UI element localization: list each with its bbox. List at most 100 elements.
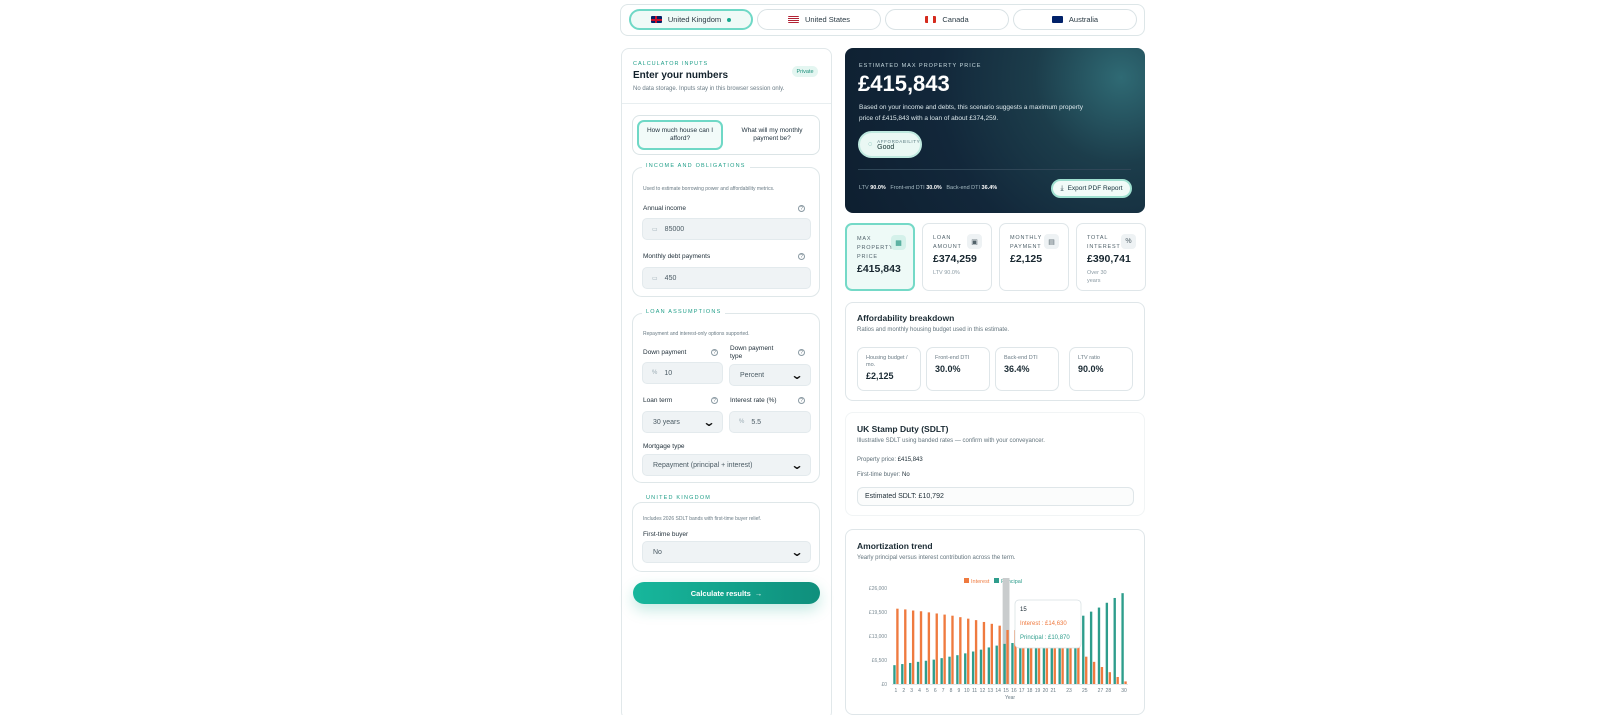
interest-bar[interactable] xyxy=(1077,647,1080,684)
x-tick-label: 20 xyxy=(1043,688,1049,694)
calculate-button[interactable]: Calculate results → xyxy=(633,582,820,604)
amortization-title: Amortization trend xyxy=(857,541,933,551)
principal-bar[interactable] xyxy=(1089,611,1093,684)
help-icon[interactable]: ? xyxy=(798,253,805,260)
australia-flag-icon xyxy=(1051,16,1063,23)
help-icon[interactable]: ? xyxy=(798,397,805,404)
principal-bar[interactable] xyxy=(1011,643,1014,684)
uk-section-title: UNITED KINGDOM xyxy=(642,495,716,501)
interest-bar[interactable] xyxy=(904,609,907,684)
interest-bar[interactable] xyxy=(982,621,986,684)
principal-bar[interactable] xyxy=(956,655,959,684)
tab-canada[interactable]: Canada xyxy=(885,9,1009,30)
principal-bar[interactable] xyxy=(909,662,912,684)
principal-bar[interactable] xyxy=(979,649,983,684)
interest-bar[interactable] xyxy=(943,614,946,684)
card-icon: ▭ xyxy=(652,275,658,282)
interest-bar[interactable] xyxy=(1092,661,1096,684)
help-icon[interactable]: ? xyxy=(711,397,718,404)
principal-bar[interactable] xyxy=(1097,607,1101,684)
sdlt-ftb-value: No xyxy=(902,472,910,478)
tab-united-states[interactable]: United States xyxy=(757,9,881,30)
interest-bar[interactable] xyxy=(967,618,970,684)
principal-bar[interactable] xyxy=(932,659,935,684)
loan-term-select[interactable]: 30 years ⌄ xyxy=(642,411,723,433)
down-payment-type-select[interactable]: Percent ⌄ xyxy=(729,364,811,386)
interest-bar[interactable] xyxy=(951,615,954,684)
tab-united-kingdom[interactable]: United Kingdom xyxy=(629,9,753,30)
mode-afford-button[interactable]: How much house can I afford? xyxy=(637,120,723,150)
interest-bar[interactable] xyxy=(1108,672,1111,684)
monthly-debt-input[interactable]: ▭ 450 xyxy=(642,267,811,289)
principal-bar[interactable] xyxy=(995,645,998,684)
interest-bar[interactable] xyxy=(1100,667,1104,684)
breakdown-label: LTV ratio xyxy=(1078,355,1100,361)
principal-bar[interactable] xyxy=(916,661,920,684)
first-time-buyer-select[interactable]: No ⌄ xyxy=(642,541,811,563)
kpi-sub: LTV 90.0% xyxy=(933,270,960,276)
percent-icon: % xyxy=(739,419,745,425)
x-tick-label: 25 xyxy=(1082,688,1088,694)
interest-bar[interactable] xyxy=(1116,676,1119,684)
interest-bar[interactable] xyxy=(998,625,1001,684)
interest-rate-label: Interest rate (%) xyxy=(730,397,777,404)
principal-bar[interactable] xyxy=(1003,643,1006,684)
interest-bar[interactable] xyxy=(911,610,915,684)
loan-section-desc: Repayment and interest-only options supp… xyxy=(643,331,750,337)
down-payment-input[interactable]: % 10 xyxy=(642,362,723,384)
principal-bar[interactable] xyxy=(948,656,951,684)
principal-bar[interactable] xyxy=(1105,602,1109,684)
interest-bar[interactable] xyxy=(896,608,899,684)
income-section-title: INCOME AND OBLIGATIONS xyxy=(642,163,750,169)
interest-bar[interactable] xyxy=(974,620,978,684)
principal-bar[interactable] xyxy=(971,651,975,684)
divider xyxy=(622,103,831,104)
percent-icon: % xyxy=(652,370,658,376)
mode-payment-button[interactable]: What will my monthly payment be? xyxy=(729,120,815,150)
front-dti-value: 30.0% xyxy=(926,185,942,191)
principal-bar[interactable] xyxy=(901,664,904,684)
principal-bar[interactable] xyxy=(893,665,896,684)
down-payment-type-label: Down payment type xyxy=(730,345,774,360)
sdlt-price-label: Property price: xyxy=(857,457,897,463)
kpi-loan-amount: LOAN AMOUNT ▣ £374,259 LTV 90.0% xyxy=(922,223,992,291)
chevron-down-icon: ⌄ xyxy=(790,368,804,382)
interest-bar[interactable] xyxy=(1069,643,1072,684)
interest-bar[interactable] xyxy=(919,611,923,684)
interest-bar[interactable] xyxy=(927,612,931,684)
interest-bar[interactable] xyxy=(935,613,938,684)
principal-bar[interactable] xyxy=(1121,593,1124,684)
hero-eyebrow: ESTIMATED MAX PROPERTY PRICE xyxy=(859,63,982,69)
principal-bar[interactable] xyxy=(940,658,943,684)
sdlt-ftb-label: First-time buyer: xyxy=(857,472,901,478)
principal-bar[interactable] xyxy=(1113,597,1116,684)
x-tick-label: 30 xyxy=(1121,688,1127,694)
principal-bar[interactable] xyxy=(987,647,991,684)
mortgage-type-value: Repayment (principal + interest) xyxy=(653,461,753,469)
down-payment-value: 10 xyxy=(664,369,673,377)
help-icon[interactable]: ? xyxy=(798,349,805,356)
principal-bar[interactable] xyxy=(1082,615,1085,684)
interest-bar[interactable] xyxy=(1124,681,1127,684)
interest-bar[interactable] xyxy=(1006,629,1009,684)
principal-bar[interactable] xyxy=(924,660,928,684)
x-tick-label: 7 xyxy=(942,688,945,694)
mortgage-type-select[interactable]: Repayment (principal + interest) ⌄ xyxy=(642,454,811,476)
principal-bar[interactable] xyxy=(964,653,967,684)
help-icon[interactable]: ? xyxy=(798,205,805,212)
help-icon[interactable]: ? xyxy=(711,349,718,356)
x-tick-label: 6 xyxy=(934,688,937,694)
chart-bars xyxy=(893,578,1127,684)
annual-income-input[interactable]: ▭ 85000 xyxy=(642,218,811,240)
tab-australia[interactable]: Australia xyxy=(1013,9,1137,30)
hero-price: £415,843 xyxy=(858,71,950,96)
interest-bar[interactable] xyxy=(990,623,993,684)
breakdown-back-dti: Back-end DTI 36.4% xyxy=(995,347,1059,391)
export-pdf-button[interactable]: ⤓ Export PDF Report xyxy=(1051,179,1132,198)
kpi-sub: Over 30 years xyxy=(1087,270,1107,284)
kpi-label: MONTHLY PAYMENT xyxy=(1010,235,1043,250)
interest-bar[interactable] xyxy=(959,617,962,684)
interest-rate-input[interactable]: % 5.5 xyxy=(729,411,811,433)
interest-bar[interactable] xyxy=(1085,656,1088,684)
income-section-desc: Used to estimate borrowing power and aff… xyxy=(643,186,775,192)
